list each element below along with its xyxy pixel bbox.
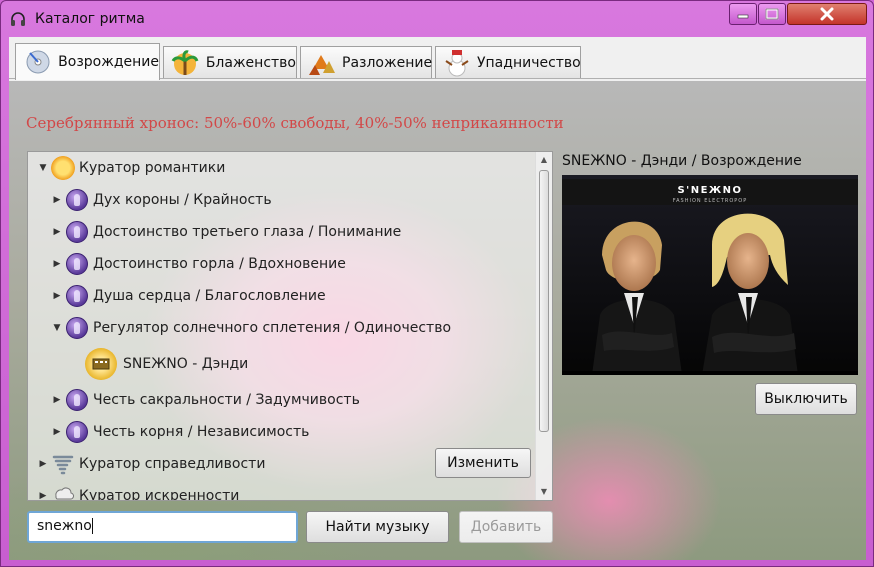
text-caret <box>91 518 93 534</box>
tree-item-label: Честь корня / Независимость <box>93 424 310 440</box>
collapse-arrow-icon[interactable]: ▼ <box>36 163 50 173</box>
tab-label: Упадничество <box>477 54 581 71</box>
headphones-icon <box>9 10 27 28</box>
tree-item[interactable]: ▶ Куратор искренности <box>36 481 240 501</box>
chakra-icon <box>64 251 90 277</box>
film-icon <box>84 347 118 381</box>
autumn-leaves-icon <box>307 49 337 77</box>
chakra-icon <box>64 187 90 213</box>
palm-icon <box>170 49 201 77</box>
sun-icon <box>50 155 76 181</box>
expand-arrow-icon[interactable]: ▶ <box>36 459 50 469</box>
scroll-down-icon[interactable]: ▼ <box>536 484 552 500</box>
minimize-button[interactable] <box>729 3 757 25</box>
tab-vozrozhdenie[interactable]: Возрождение <box>15 43 160 80</box>
maximize-icon <box>765 8 779 20</box>
rain-cloud-icon <box>50 483 76 500</box>
album-cover-image: S'NEЖNO FASHION ELECTROPOP <box>562 175 858 375</box>
cover-sub-text: FASHION ELECTROPOP <box>673 198 748 204</box>
add-button[interactable]: Добавить <box>459 511 553 543</box>
chakra-icon <box>64 315 90 341</box>
tree-item-label: Куратор искренности <box>79 488 240 501</box>
tree-item-label: Куратор справедливости <box>79 456 266 472</box>
expand-arrow-icon[interactable]: ▶ <box>50 427 64 437</box>
tree-item[interactable]: ▶ Куратор справедливости <box>36 449 265 479</box>
expand-arrow-icon[interactable]: ▶ <box>36 491 50 500</box>
tree-item[interactable]: ▶ Душа сердца / Благословление <box>50 281 326 311</box>
maximize-button[interactable] <box>758 3 786 25</box>
find-music-button[interactable]: Найти музыку <box>306 511 449 543</box>
client-area: Возрождение Блаженство Разложение Упадни… <box>9 37 866 560</box>
tree-item-label: Достоинство третьего глаза / Понимание <box>93 224 402 240</box>
tree-item-track[interactable]: SNEЖNO - Дэнди <box>84 347 248 381</box>
disc-icon <box>22 48 53 76</box>
expand-arrow-icon[interactable]: ▶ <box>50 259 64 269</box>
snowman-icon <box>442 49 472 77</box>
chakra-icon <box>64 283 90 309</box>
chakra-icon <box>64 387 90 413</box>
tree-scrollbar[interactable]: ▲ ▼ <box>535 152 552 500</box>
expand-arrow-icon[interactable]: ▶ <box>50 395 64 405</box>
tornado-icon <box>50 451 76 477</box>
tree-item[interactable]: ▶ Достоинство горла / Вдохновение <box>50 249 346 279</box>
expand-arrow-icon[interactable]: ▶ <box>50 195 64 205</box>
chakra-icon <box>64 219 90 245</box>
tree-item-label: Куратор романтики <box>79 160 226 176</box>
scroll-up-icon[interactable]: ▲ <box>536 152 552 168</box>
tab-upadnichestvo[interactable]: Упадничество <box>435 46 581 78</box>
change-button[interactable]: Изменить <box>435 448 531 478</box>
tab-label: Блаженство <box>205 54 296 71</box>
window-title: Каталог ритма <box>35 11 145 27</box>
tree-item[interactable]: ▶ Дух короны / Крайность <box>50 185 272 215</box>
tab-strip: Возрождение Блаженство Разложение Упадни… <box>9 37 866 80</box>
search-input[interactable]: snежno <box>27 511 298 543</box>
tree-item[interactable]: ▶ Достоинство третьего глаза / Понимание <box>50 217 401 247</box>
tree-item[interactable]: ▼ Куратор романтики <box>36 153 225 183</box>
album-cover: S'NEЖNO FASHION ELECTROPOP <box>562 175 858 375</box>
tree-item-label: Честь сакральности / Задумчивость <box>93 392 360 408</box>
tree-item-label: SNEЖNO - Дэнди <box>123 356 249 372</box>
close-button[interactable] <box>787 3 867 25</box>
tree-item-label: Дух короны / Крайность <box>93 192 272 208</box>
tree-item[interactable]: ▶ Честь сакральности / Задумчивость <box>50 385 360 415</box>
tab-label: Возрождение <box>58 54 159 70</box>
turn-off-button[interactable]: Выключить <box>755 383 857 415</box>
catalog-tree[interactable]: ▼ Куратор романтики ▶ Дух короны / Крайн… <box>27 151 553 501</box>
collapse-arrow-icon[interactable]: ▼ <box>50 323 64 333</box>
tree-item[interactable]: ▶ Честь корня / Независимость <box>50 417 309 447</box>
scroll-thumb[interactable] <box>539 170 549 432</box>
expand-arrow-icon[interactable]: ▶ <box>50 227 64 237</box>
tab-label: Разложение <box>342 54 433 71</box>
chakra-icon <box>64 419 90 445</box>
cover-brand-text: S'NEЖNO <box>677 185 742 196</box>
expand-arrow-icon[interactable]: ▶ <box>50 291 64 301</box>
tree-item[interactable]: ▼ Регулятор солнечного сплетения / Одино… <box>50 313 451 343</box>
tree-item-label: Достоинство горла / Вдохновение <box>93 256 346 272</box>
minimize-icon <box>737 14 749 19</box>
close-icon <box>820 7 834 21</box>
page-heading: Серебрянный хронос: 50%-60% свободы, 40%… <box>26 114 564 132</box>
app-window: Каталог ритма Возрождение Блаженство Раз… <box>0 0 874 567</box>
tab-blazhenstvo[interactable]: Блаженство <box>163 46 297 78</box>
search-value: snежno <box>37 518 92 534</box>
now-playing-title: SNEЖNO - Дэнди / Возрождение <box>562 153 802 169</box>
tab-razlozhenie[interactable]: Разложение <box>300 46 432 78</box>
tree-item-label: Регулятор солнечного сплетения / Одиноче… <box>93 320 452 336</box>
tree-item-label: Душа сердца / Благословление <box>93 288 326 304</box>
title-bar[interactable]: Каталог ритма <box>1 1 873 37</box>
